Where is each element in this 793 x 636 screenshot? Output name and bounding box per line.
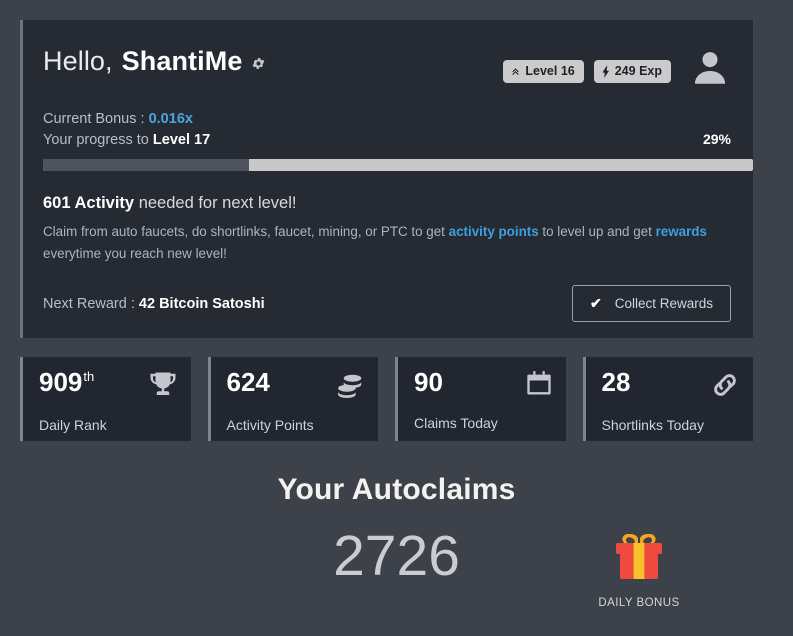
link-icon [710, 370, 740, 405]
calendar-check-icon [525, 370, 553, 403]
greeting-prefix: Hello, [43, 46, 113, 76]
stat-value: 909th [39, 369, 94, 395]
gift-box-icon [611, 534, 667, 586]
exp-badge[interactable]: 249 Exp [593, 60, 671, 83]
header-badges: Level 16 249 Exp [503, 52, 731, 89]
lightning-bolt-icon [601, 65, 611, 78]
stat-label: Claims Today [414, 415, 498, 431]
daily-bonus[interactable]: DAILY BONUS [585, 530, 693, 609]
progress-bar [43, 159, 753, 171]
trophy-icon [148, 370, 178, 405]
check-icon: ✔ [589, 295, 602, 312]
collect-rewards-label: Collect Rewards [614, 296, 713, 312]
activity-amount: 601 Activity [43, 194, 135, 212]
stat-card-daily-rank[interactable]: 909th Daily Rank [20, 357, 191, 441]
progress-percent-text: 29% [702, 131, 731, 147]
chevron-up-icon [510, 66, 521, 77]
stat-card-top: 624 [227, 369, 366, 405]
daily-bonus-label: DAILY BONUS [598, 597, 680, 609]
next-reward-label: Next Reward : [43, 295, 135, 312]
progress-label-row: Your progress to Level 17 29% [43, 131, 731, 148]
user-summary-panel: Hello, ShantiMe Level 16 249 Exp Current… [20, 20, 753, 338]
activity-headline-rest: needed for next level! [134, 194, 297, 212]
greeting: Hello, ShantiMe [43, 46, 266, 77]
stat-card-top: 909th [39, 369, 178, 405]
exp-badge-label: 249 Exp [614, 64, 662, 79]
level-badge[interactable]: Level 16 [503, 60, 584, 83]
stat-label: Shortlinks Today [601, 417, 704, 433]
current-bonus: Current Bonus : 0.016x [43, 111, 731, 127]
next-reward: Next Reward : 42 Bitcoin Satoshi [43, 296, 265, 312]
stat-card-top: 90 [414, 369, 553, 403]
activity-desc-part3: everytime you reach new level! [43, 245, 227, 261]
next-reward-row: Next Reward : 42 Bitcoin Satoshi ✔ Colle… [43, 285, 731, 323]
activity-headline: 601 Activity needed for next level! [43, 194, 731, 213]
gear-icon[interactable] [251, 56, 266, 71]
current-bonus-label: Current Bonus : [43, 111, 145, 127]
next-reward-value: 42 Bitcoin Satoshi [138, 295, 265, 312]
user-avatar-icon[interactable] [689, 47, 731, 89]
stat-value: 624 [227, 369, 271, 395]
stat-value-number: 624 [226, 367, 270, 397]
stat-value: 28 [602, 369, 632, 395]
username: ShantiMe [121, 46, 243, 76]
stat-value: 90 [414, 369, 444, 395]
stat-card-shortlinks-today[interactable]: 28 Shortlinks Today [582, 357, 753, 441]
rewards-link[interactable]: rewards [656, 224, 707, 239]
stat-card-activity-points[interactable]: 624 Activity Points [207, 357, 378, 441]
stat-value-number: 28 [601, 367, 631, 397]
stat-value-number: 909 [39, 367, 83, 397]
stat-value-number: 90 [414, 367, 443, 397]
current-bonus-value: 0.016x [148, 111, 193, 127]
progress-label-prefix: Your progress to [43, 132, 149, 148]
autoclaims-title: Your Autoclaims [277, 473, 516, 506]
stat-card-claims-today[interactable]: 90 Claims Today [395, 357, 566, 441]
stat-value-suffix: th [83, 369, 95, 385]
stat-label: Activity Points [226, 417, 314, 433]
stat-cards: 909th Daily Rank 624 Activity Points 90 … [20, 357, 753, 441]
progress-bar-fill [43, 159, 249, 171]
activity-description: Claim from auto faucets, do shortlinks, … [43, 221, 731, 264]
activity-desc-part1: Claim from auto faucets, do shortlinks, … [43, 224, 449, 239]
panel-header: Hello, ShantiMe Level 16 249 Exp [43, 46, 731, 89]
coins-icon [335, 370, 365, 405]
activity-desc-part2: to level up and get [538, 224, 656, 239]
collect-rewards-button[interactable]: ✔ Collect Rewards [571, 285, 731, 323]
level-badge-label: Level 16 [525, 64, 575, 79]
stat-card-top: 28 [602, 369, 741, 405]
stat-label: Daily Rank [39, 417, 107, 433]
progress-next-level: Level 17 [152, 132, 211, 148]
activity-points-link[interactable]: activity points [449, 224, 539, 239]
